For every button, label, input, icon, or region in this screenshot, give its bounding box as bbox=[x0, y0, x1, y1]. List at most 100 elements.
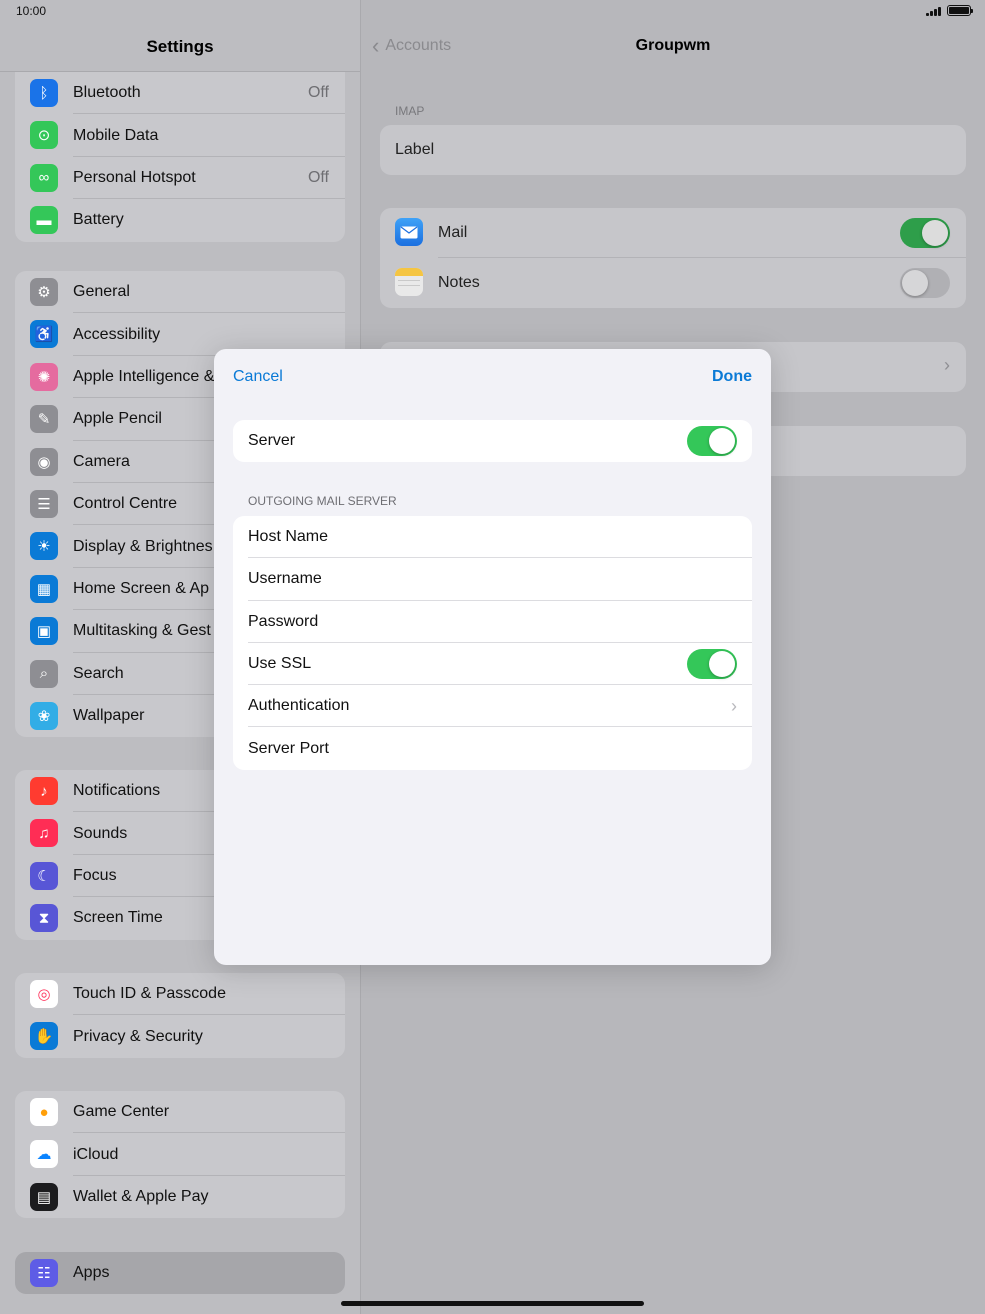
hotspot-icon: ∞ bbox=[30, 163, 58, 192]
bell-icon: ♪ bbox=[30, 777, 58, 805]
sidebar-item-label: Apple Pencil bbox=[73, 410, 162, 428]
sidebar-item-label: Game Center bbox=[73, 1103, 170, 1121]
outgoing-mail-server-caption: OUTGOING MAIL SERVER bbox=[248, 494, 397, 508]
notes-toggle[interactable] bbox=[900, 268, 950, 298]
apps-grid-icon: ☷ bbox=[30, 1259, 58, 1287]
sidebar-item-label: Control Centre bbox=[73, 495, 178, 513]
sidebar-group: ● Game Center ☁ iCloud ▤ Wallet & Apple Pay bbox=[15, 1091, 345, 1219]
sidebar-item-label: Wallpaper bbox=[73, 707, 145, 725]
flower-icon: ❀ bbox=[30, 701, 58, 730]
server-label: Server bbox=[248, 432, 296, 450]
sidebar-title: Settings bbox=[146, 37, 214, 56]
sidebar-item-label: Sounds bbox=[73, 824, 128, 842]
notes-label: Notes bbox=[438, 274, 480, 291]
sidebar-item-label: Touch ID & Passcode bbox=[73, 985, 226, 1003]
username-field[interactable]: Username bbox=[233, 558, 752, 601]
use-ssl-row: Use SSL bbox=[233, 643, 752, 686]
antenna-icon: ⊙ bbox=[30, 121, 58, 150]
sidebar-item-label: Display & Brightnes bbox=[73, 537, 213, 555]
moon-icon: ☾ bbox=[30, 861, 58, 890]
sidebar-item-label: Home Screen & Ap bbox=[73, 579, 210, 597]
sidebar-item-wallet-apple-pay[interactable]: ▤ Wallet & Apple Pay bbox=[15, 1176, 345, 1218]
sidebar-item-label: Apple Intelligence & bbox=[73, 367, 215, 385]
sidebar-item-label: iCloud bbox=[73, 1145, 119, 1163]
mail-toggle[interactable] bbox=[900, 218, 950, 248]
server-row: Server bbox=[233, 420, 752, 462]
wallet-icon: ▤ bbox=[30, 1182, 58, 1211]
label-row-text: Label bbox=[395, 141, 435, 158]
server-port-label: Server Port bbox=[248, 739, 329, 757]
sidebar-item-label: Screen Time bbox=[73, 909, 163, 927]
use-ssl-label: Use SSL bbox=[248, 655, 312, 673]
home-indicator[interactable] bbox=[341, 1301, 644, 1306]
status-time: 10:00 bbox=[16, 4, 47, 18]
apple-intelligence-icon: ✺ bbox=[30, 362, 58, 391]
sidebar-group: ᛒ Bluetooth Off ⊙ Mobile Data ∞ Personal Hotsp… bbox=[15, 72, 345, 242]
camera-icon: ◉ bbox=[30, 447, 58, 476]
sidebar-item-battery[interactable]: ▬ Battery bbox=[15, 199, 345, 241]
sidebar-group: ☷ Apps bbox=[15, 1252, 345, 1295]
mail-row: Mail bbox=[380, 208, 966, 258]
authentication-label: Authentication bbox=[248, 697, 350, 715]
sidebar-item-label: Focus bbox=[73, 866, 117, 884]
sidebar-item-apps[interactable]: ☷ Apps bbox=[15, 1252, 345, 1294]
sidebar-item-bluetooth[interactable]: ᛒ Bluetooth Off bbox=[15, 72, 345, 115]
sidebar-item-label: General bbox=[73, 283, 130, 301]
outgoing-server-fields: Host Name Username Password Use SSL Auth… bbox=[233, 516, 752, 770]
pencil-icon: ✎ bbox=[30, 405, 58, 434]
done-button[interactable]: Done bbox=[712, 368, 752, 386]
sidebar-item-general[interactable]: ⚙ General bbox=[15, 271, 345, 314]
sidebar-item-mobile-data[interactable]: ⊙ Mobile Data bbox=[15, 114, 345, 158]
notes-row: Notes bbox=[380, 258, 966, 308]
server-card: Server bbox=[233, 420, 752, 463]
back-button[interactable]: ‹ Accounts bbox=[372, 33, 452, 58]
back-label: Accounts bbox=[385, 37, 452, 54]
sidebar-item-label: Apps bbox=[73, 1264, 110, 1282]
sidebar-item-touch-id-passcode[interactable]: ◎ Touch ID & Passcode bbox=[15, 973, 345, 1016]
sidebar-item-icloud[interactable]: ☁ iCloud bbox=[15, 1133, 345, 1177]
host-name-field[interactable]: Host Name bbox=[233, 516, 752, 559]
sidebar-item-label: Notifications bbox=[73, 782, 161, 800]
username-label: Username bbox=[248, 570, 322, 588]
outgoing-server-sheet: Cancel Done Server OUTGOING MAIL SERVER … bbox=[214, 349, 771, 965]
hand-icon: ✋ bbox=[30, 1022, 58, 1051]
sidebar-item-label: Personal Hotspot bbox=[73, 168, 196, 186]
status-icons bbox=[926, 5, 973, 16]
label-row[interactable]: Label bbox=[380, 125, 966, 175]
cancel-button[interactable]: Cancel bbox=[233, 368, 283, 386]
hourglass-icon: ⧗ bbox=[30, 904, 58, 933]
server-port-field[interactable]: Server Port bbox=[233, 727, 752, 769]
sun-icon: ☀ bbox=[30, 532, 58, 561]
sidebar-item-personal-hotspot[interactable]: ∞ Personal Hotspot Off bbox=[15, 157, 345, 200]
detail-title: Groupwm bbox=[635, 37, 711, 54]
sidebar-item-game-center[interactable]: ● Game Center bbox=[15, 1091, 345, 1134]
home-screen-icon: ▦ bbox=[30, 574, 58, 603]
chevron-right-icon: › bbox=[731, 695, 737, 716]
chevron-right-icon: › bbox=[944, 355, 950, 375]
speaker-icon: ♫ bbox=[30, 819, 58, 848]
authentication-row[interactable]: Authentication › bbox=[233, 685, 752, 728]
use-ssl-toggle[interactable] bbox=[687, 648, 737, 679]
search-icon: ⌕ bbox=[30, 659, 58, 688]
battery-status-icon bbox=[947, 5, 973, 16]
sidebar-item-label: Wallet & Apple Pay bbox=[73, 1187, 209, 1205]
sidebar-item-label: Accessibility bbox=[73, 325, 161, 343]
imap-caption: IMAP bbox=[395, 104, 425, 118]
accessibility-icon: ♿ bbox=[30, 320, 58, 349]
server-toggle[interactable] bbox=[687, 426, 737, 456]
gear-icon: ⚙ bbox=[30, 278, 58, 306]
sidebar-item-privacy-security[interactable]: ✋ Privacy & Security bbox=[15, 1015, 345, 1057]
sidebar-item-label: Multitasking & Gest bbox=[73, 622, 211, 640]
chevron-left-icon: ‹ bbox=[372, 33, 380, 58]
notes-app-icon bbox=[395, 268, 423, 296]
sidebar-item-label: Mobile Data bbox=[73, 126, 159, 144]
sidebar-item-label: Bluetooth bbox=[73, 84, 141, 102]
mail-label: Mail bbox=[438, 224, 468, 241]
sidebar-item-label: Battery bbox=[73, 211, 124, 229]
password-field[interactable]: Password bbox=[233, 601, 752, 644]
password-label: Password bbox=[248, 612, 319, 630]
sidebar-item-value: Off bbox=[307, 84, 329, 102]
toggles-icon: ☰ bbox=[30, 489, 58, 518]
fingerprint-icon: ◎ bbox=[30, 980, 58, 1008]
mail-app-icon bbox=[395, 218, 423, 246]
